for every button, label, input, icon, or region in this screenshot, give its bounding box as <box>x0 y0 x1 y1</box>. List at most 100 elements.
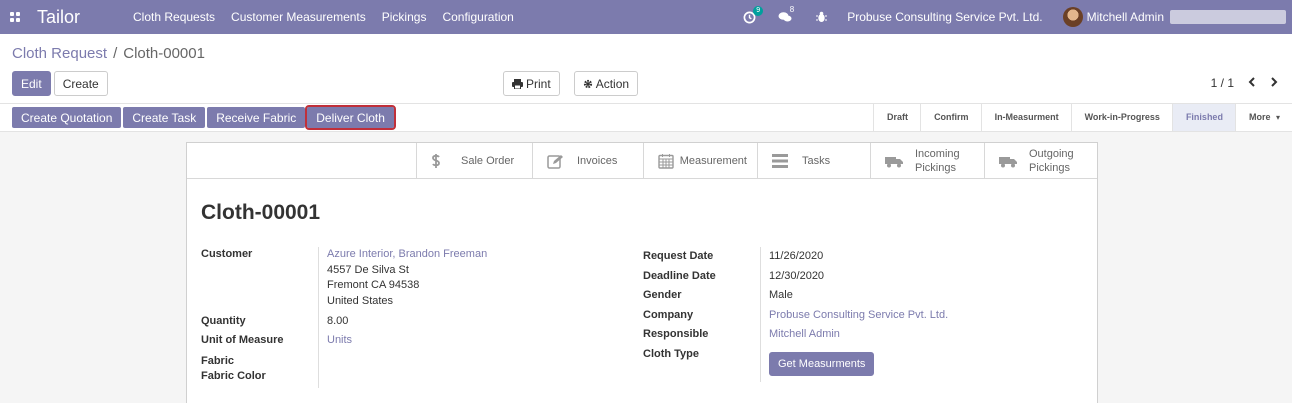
measurement-smart-button[interactable]: Measurement <box>643 143 757 179</box>
menu-configuration[interactable]: Configuration <box>434 0 521 34</box>
create-quotation-button[interactable]: Create Quotation <box>12 107 122 128</box>
pager-value[interactable]: 1 / 1 <box>1211 76 1234 90</box>
pencil-square-icon <box>547 154 577 169</box>
pager-next-button[interactable] <box>1270 75 1278 90</box>
customer-label: Customer <box>201 248 253 260</box>
breadcrumb: Cloth Request / Cloth-00001 <box>12 45 205 62</box>
breadcrumb-parent[interactable]: Cloth Request <box>12 45 107 62</box>
incoming-pickings-label: Incoming Pickings <box>915 147 960 175</box>
right-field-group: Request Date 11/26/2020 Deadline Date 12… <box>643 247 948 382</box>
menu-pickings[interactable]: Pickings <box>374 0 435 34</box>
customer-address-line-1: 4557 De Silva St <box>327 263 409 276</box>
company-value[interactable]: Probuse Consulting Service Pvt. Ltd. <box>761 306 948 326</box>
stage-draft[interactable]: Draft <box>873 104 920 131</box>
menu-customer-measurements[interactable]: Customer Measurements <box>223 0 374 34</box>
deadline-date-label: Deadline Date <box>643 266 761 286</box>
tasks-label: Tasks <box>802 155 831 167</box>
truck-icon <box>885 155 915 168</box>
gender-value[interactable]: Male <box>761 286 793 306</box>
outgoing-pickings-label: Outgoing Pickings <box>1029 147 1074 175</box>
uom-value[interactable]: Units <box>319 331 352 351</box>
gender-label: Gender <box>643 286 761 306</box>
stage-statusbar: Draft Confirm In-Measurment Work-in-Prog… <box>873 104 1292 131</box>
print-button[interactable]: Print <box>503 71 560 96</box>
messages-button[interactable]: 8 <box>767 0 803 34</box>
activity-button[interactable]: 9 <box>731 0 767 34</box>
company-switcher[interactable]: Probuse Consulting Service Pvt. Ltd. <box>839 10 1052 24</box>
header-buttons: Create Quotation Create Task Receive Fab… <box>12 105 396 130</box>
user-avatar <box>1062 7 1083 27</box>
invoices-smart-button[interactable]: Invoices <box>532 143 643 179</box>
company-label: Company <box>643 305 761 325</box>
chevron-right-icon <box>1271 77 1278 87</box>
invoices-label: Invoices <box>577 155 618 167</box>
measurement-label: Measurement <box>679 155 747 167</box>
uom-label: Unit of Measure <box>201 330 319 350</box>
form-buttons: Edit Create <box>12 71 108 96</box>
quantity-row: Quantity 8.00 <box>201 309 487 331</box>
create-task-button[interactable]: Create Task <box>123 107 206 128</box>
redacted-area <box>1170 10 1286 24</box>
customer-link[interactable]: Azure Interior, Brandon Freeman <box>327 247 487 263</box>
app-brand[interactable]: Tailor <box>37 7 125 28</box>
request-date-row: Request Date 11/26/2020 <box>643 247 948 267</box>
messages-badge: 8 <box>789 5 795 14</box>
stage-confirm[interactable]: Confirm <box>920 104 981 131</box>
deliver-cloth-button[interactable]: Deliver Cloth <box>305 105 396 130</box>
status-bar: Create Quotation Create Task Receive Fab… <box>0 104 1292 132</box>
stage-in-measurment[interactable]: In-Measurment <box>980 104 1071 131</box>
form-sheet: Sale Order Invoices Measurement Tasks In… <box>186 142 1098 403</box>
breadcrumb-current: Cloth-00001 <box>123 45 205 62</box>
quantity-value[interactable]: 8.00 <box>319 310 348 331</box>
calendar-icon <box>658 153 680 169</box>
outgoing-line-2: Pickings <box>1029 162 1070 174</box>
incoming-pickings-smart-button[interactable]: Incoming Pickings <box>870 143 984 179</box>
stage-finished[interactable]: Finished <box>1171 104 1235 131</box>
fabric-color-label: Fabric Color <box>201 369 319 388</box>
print-label: Print <box>526 76 551 91</box>
company-row: Company Probuse Consulting Service Pvt. … <box>643 305 948 326</box>
create-button[interactable]: Create <box>53 71 108 96</box>
action-button[interactable]: Action <box>573 71 639 96</box>
pager-previous-button[interactable] <box>1248 75 1256 90</box>
tasks-list-icon <box>772 154 802 168</box>
sidebar-actions: Print Action <box>503 71 639 96</box>
fabric-value[interactable] <box>319 350 327 369</box>
top-navbar: Tailor Cloth Requests Customer Measureme… <box>0 0 1292 34</box>
deadline-date-value[interactable]: 12/30/2020 <box>761 267 824 287</box>
request-date-value[interactable]: 11/26/2020 <box>761 247 823 267</box>
fabric-color-row: Fabric Color <box>201 369 487 388</box>
apps-menu-button[interactable] <box>0 0 25 34</box>
dollar-icon <box>431 153 461 169</box>
outgoing-line-1: Outgoing <box>1029 148 1074 160</box>
tasks-smart-button[interactable]: Tasks <box>757 143 870 179</box>
responsible-label: Responsible <box>643 325 761 345</box>
chevron-left-icon <box>1248 77 1255 87</box>
gender-row: Gender Male <box>643 286 948 306</box>
fabric-color-value[interactable] <box>319 369 327 388</box>
menu-cloth-requests[interactable]: Cloth Requests <box>125 0 223 34</box>
debug-button[interactable] <box>803 0 839 34</box>
responsible-value[interactable]: Mitchell Admin <box>761 325 840 345</box>
sale-order-smart-button[interactable]: Sale Order <box>416 143 532 179</box>
stage-work-in-progress[interactable]: Work-in-Progress <box>1070 104 1172 131</box>
customer-label-cell: Customer <box>201 247 319 310</box>
action-label: Action <box>595 76 630 91</box>
receive-fabric-button[interactable]: Receive Fabric <box>207 107 306 128</box>
truck-icon <box>999 155 1029 168</box>
edit-button[interactable]: Edit <box>12 71 51 96</box>
get-measurements-button[interactable]: Get Measurments <box>769 351 875 376</box>
responsible-row: Responsible Mitchell Admin <box>643 325 948 345</box>
apps-grid-icon <box>9 12 20 22</box>
incoming-line-1: Incoming <box>915 148 960 160</box>
outgoing-pickings-smart-button[interactable]: Outgoing Pickings <box>984 143 1097 179</box>
caret-down-icon: ▾ <box>1275 113 1280 122</box>
fabric-label: Fabric <box>201 350 319 369</box>
form-content: Sale Order Invoices Measurement Tasks In… <box>0 132 1292 403</box>
stage-more-dropdown[interactable]: More ▾ <box>1234 104 1292 131</box>
cloth-type-row: Cloth Type Get Measurments <box>643 344 948 382</box>
smart-buttons-box: Sale Order Invoices Measurement Tasks In… <box>187 143 1097 179</box>
activity-badge: 9 <box>753 6 764 16</box>
breadcrumb-separator: / <box>113 45 118 62</box>
user-menu[interactable]: Mitchell Admin <box>1053 7 1292 27</box>
